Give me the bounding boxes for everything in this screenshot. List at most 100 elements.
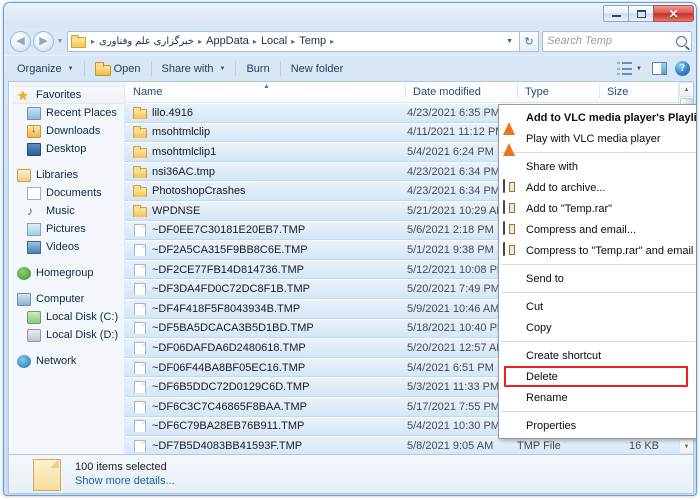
cell-name: ~DF4F418F5F8043934B.TMP xyxy=(125,302,405,315)
column-header-type[interactable]: Type xyxy=(517,83,599,98)
cell-name: ~DF06DAFDA6D2480618.TMP xyxy=(125,341,405,354)
breadcrumb-separator-2: ▸ xyxy=(252,36,257,46)
no-icon xyxy=(503,271,521,287)
menu-item-add-to-temp-rar[interactable]: Add to "Temp.rar" xyxy=(499,198,696,219)
open-folder-icon xyxy=(94,62,111,76)
menu-item-label: Compress and email... xyxy=(526,223,637,236)
burn-button[interactable]: Burn xyxy=(239,60,276,78)
search-icon xyxy=(676,35,687,47)
breadcrumb-item-2[interactable]: Local xyxy=(260,35,288,47)
menu-item-copy[interactable]: Copy xyxy=(499,317,696,338)
menu-item-create-shortcut[interactable]: Create shortcut xyxy=(499,345,696,366)
search-input[interactable]: Search Temp xyxy=(547,35,676,47)
back-button[interactable]: ◀ xyxy=(10,30,31,52)
breadcrumb-item-0[interactable]: خبرگزاری علم وفناوری xyxy=(98,36,195,47)
menu-item-add-to-vlc-media-player-s-playlist[interactable]: Add to VLC media player's Playlist xyxy=(499,107,696,135)
documents-icon xyxy=(27,186,41,200)
sidebar-label: Pictures xyxy=(46,223,86,235)
menu-item-compress-to-temp-rar-and-email[interactable]: Compress to "Temp.rar" and email xyxy=(499,240,696,261)
menu-item-label: Cut xyxy=(526,300,544,313)
chevron-down-icon[interactable]: ▼ xyxy=(636,66,642,72)
menu-item-play-with-vlc-media-player[interactable]: Play with VLC media player xyxy=(499,128,696,156)
menu-item-add-to-archive[interactable]: Add to archive... xyxy=(499,177,696,198)
change-view-icon[interactable] xyxy=(617,62,633,75)
file-name-label: msohtmlclip1 xyxy=(152,145,217,158)
refresh-button[interactable]: ↻ xyxy=(520,30,539,52)
sidebar-item-local-disk-d[interactable]: Local Disk (D:) xyxy=(9,326,124,344)
menu-item-send-to[interactable]: Send to xyxy=(499,268,696,289)
libraries-icon xyxy=(17,168,31,182)
menu-separator xyxy=(501,152,696,153)
column-header-date-modified[interactable]: Date modified xyxy=(405,83,517,98)
sidebar-label: Videos xyxy=(46,241,80,253)
sidebar-item-homegroup[interactable]: Homegroup xyxy=(9,264,124,282)
sidebar-item-documents[interactable]: Documents xyxy=(9,184,124,202)
sidebar-item-videos[interactable]: Videos xyxy=(9,238,124,256)
folder-icon xyxy=(71,35,86,48)
address-dropdown-icon[interactable]: ▼ xyxy=(502,38,517,45)
forward-button[interactable]: ▶ xyxy=(33,30,54,52)
sidebar-item-recent-places[interactable]: Recent Places xyxy=(9,104,124,122)
desktop-icon xyxy=(27,142,41,156)
minimize-icon xyxy=(611,15,621,17)
forward-icon: ▶ xyxy=(39,34,48,47)
context-menu[interactable]: Add to VLC media player's Playlist Play w… xyxy=(498,104,696,439)
column-header-size[interactable]: Size xyxy=(599,83,669,98)
sidebar-item-local-disk-c[interactable]: Local Disk (C:) xyxy=(9,308,124,326)
file-name-label: ~DF6C79BA28EB76B911.TMP xyxy=(152,420,305,433)
show-more-details-link[interactable]: Show more details... xyxy=(75,475,175,487)
folder-icon xyxy=(133,145,147,158)
maximize-button[interactable] xyxy=(628,5,654,22)
menu-item-compress-and-email[interactable]: Compress and email... xyxy=(499,219,696,240)
sidebar-label: Computer xyxy=(36,293,85,305)
winrar-icon xyxy=(503,220,521,238)
sidebar-label: Homegroup xyxy=(36,267,94,279)
address-breadcrumb-bar[interactable]: ▸ خبرگزاری علم وفناوری ▸ AppData ▸ Local… xyxy=(67,30,520,52)
music-icon: ♪ xyxy=(27,203,33,218)
cell-name: lilo.4916 xyxy=(125,106,405,119)
menu-item-share-with[interactable]: Share with xyxy=(499,156,696,177)
cell-name: ~DF2A5CA315F9BB8C6E.TMP xyxy=(125,243,405,256)
cell-name: ~DF7B5D4083BB41593F.TMP xyxy=(125,439,405,452)
preview-pane-icon[interactable] xyxy=(652,62,667,75)
breadcrumb-item-3[interactable]: Temp xyxy=(298,35,327,47)
search-box[interactable]: Search Temp xyxy=(542,30,692,52)
menu-separator xyxy=(501,411,696,412)
menu-item-properties[interactable]: Properties xyxy=(499,415,696,436)
sidebar-item-network[interactable]: Network xyxy=(9,352,124,370)
scroll-up-button[interactable]: ▲ xyxy=(679,82,693,97)
sidebar-item-computer[interactable]: Computer xyxy=(9,290,124,308)
sidebar-item-favorites[interactable]: ★ Favorites xyxy=(9,86,124,104)
sidebar-item-downloads[interactable]: Downloads xyxy=(9,122,124,140)
new-folder-button[interactable]: New folder xyxy=(284,60,351,78)
winrar-icon xyxy=(503,178,521,196)
open-button[interactable]: Open xyxy=(88,59,148,78)
file-name-label: lilo.4916 xyxy=(152,106,193,119)
file-icon xyxy=(133,341,146,354)
sidebar-item-libraries[interactable]: Libraries xyxy=(9,166,124,184)
menu-item-delete[interactable]: Delete xyxy=(499,366,696,387)
minimize-button[interactable] xyxy=(603,5,629,22)
computer-icon xyxy=(17,292,31,306)
recent-locations-button[interactable]: ▼ xyxy=(54,31,66,51)
share-with-button[interactable]: Share with ▼ xyxy=(155,60,233,78)
cell-name: ~DF2CE77FB14D814736.TMP xyxy=(125,263,405,276)
sidebar-item-music[interactable]: ♪ Music xyxy=(9,202,124,220)
file-name-label: ~DF2CE77FB14D814736.TMP xyxy=(152,263,304,276)
chevron-down-icon: ▼ xyxy=(56,37,64,45)
organize-label: Organize xyxy=(17,62,62,75)
vlc-icon xyxy=(503,130,521,156)
homegroup-icon xyxy=(17,266,31,280)
help-icon[interactable]: ? xyxy=(675,61,690,76)
burn-label: Burn xyxy=(246,62,270,75)
breadcrumb-item-1[interactable]: AppData xyxy=(205,35,250,47)
sidebar-group-libraries: Libraries Documents ♪ Music Pictures Vid… xyxy=(9,166,124,256)
close-button[interactable]: ✕ xyxy=(653,5,694,22)
sidebar-item-desktop[interactable]: Desktop xyxy=(9,140,124,158)
sidebar-item-pictures[interactable]: Pictures xyxy=(9,220,124,238)
organize-button[interactable]: Organize ▼ xyxy=(10,60,81,78)
menu-item-rename[interactable]: Rename xyxy=(499,387,696,408)
scroll-down-button[interactable]: ▼ xyxy=(679,439,693,454)
cell-name: msohtmlclip1 xyxy=(125,145,405,158)
menu-item-cut[interactable]: Cut xyxy=(499,296,696,317)
